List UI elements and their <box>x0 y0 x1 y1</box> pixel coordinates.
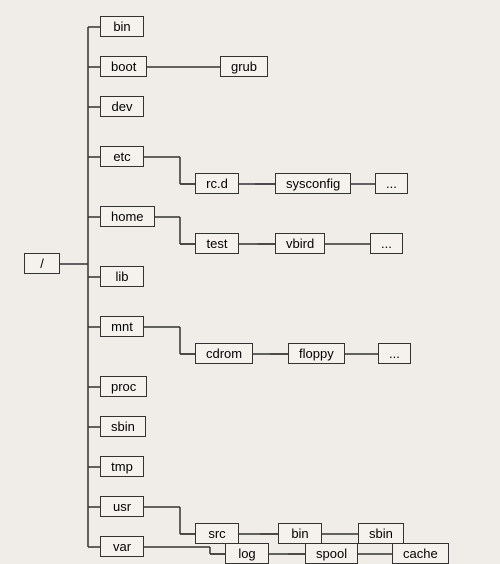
node-var: var <box>100 536 144 557</box>
node-root: / <box>24 253 60 274</box>
node-floppy: floppy <box>288 343 345 364</box>
node-proc: proc <box>100 376 147 397</box>
node-sysconfig: sysconfig <box>275 173 351 194</box>
node-bin: bin <box>100 16 144 37</box>
node-sbin: sbin <box>100 416 146 437</box>
node-usrsrc: src <box>195 523 239 544</box>
node-test: test <box>195 233 239 254</box>
node-boot: boot <box>100 56 147 77</box>
node-cache: cache <box>392 543 449 564</box>
node-usr: usr <box>100 496 144 517</box>
node-spool: spool <box>305 543 358 564</box>
node-usrsbin: sbin <box>358 523 404 544</box>
node-mnt: mnt <box>100 316 144 337</box>
node-homedots: ... <box>370 233 403 254</box>
node-tmp: tmp <box>100 456 144 477</box>
node-grub: grub <box>220 56 268 77</box>
node-cdrom: cdrom <box>195 343 253 364</box>
node-etc: etc <box>100 146 144 167</box>
node-mntdots: ... <box>378 343 411 364</box>
node-usrbin: bin <box>278 523 322 544</box>
node-etcdots: ... <box>375 173 408 194</box>
node-log: log <box>225 543 269 564</box>
node-lib: lib <box>100 266 144 287</box>
tree-svg <box>10 8 490 562</box>
node-dev: dev <box>100 96 144 117</box>
node-home: home <box>100 206 155 227</box>
node-rcd: rc.d <box>195 173 239 194</box>
node-vbird: vbird <box>275 233 325 254</box>
